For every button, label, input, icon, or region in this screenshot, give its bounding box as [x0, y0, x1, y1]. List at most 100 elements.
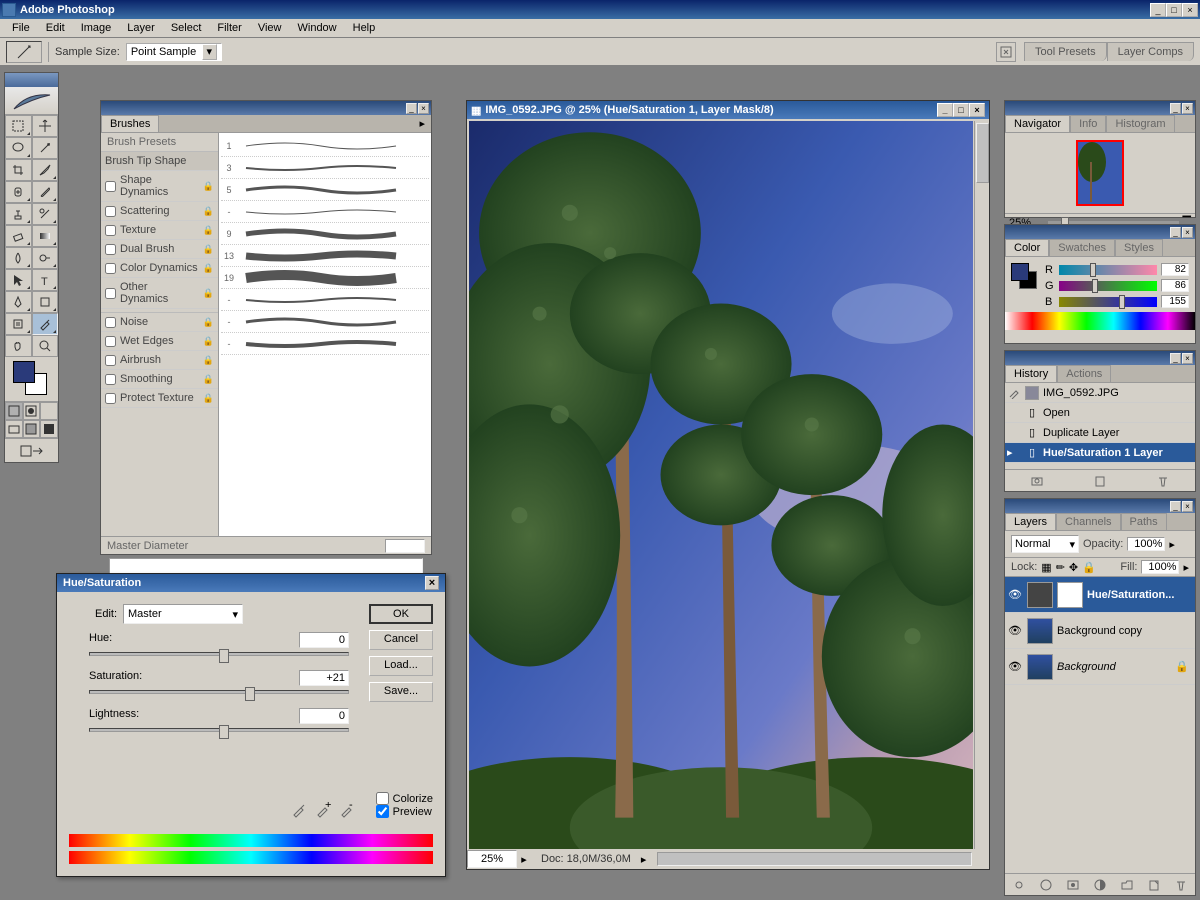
save-button[interactable]: Save... — [369, 682, 433, 702]
screen-full-menu[interactable] — [23, 420, 41, 438]
checkbox[interactable] — [105, 336, 116, 347]
history-brush-tool[interactable] — [32, 203, 59, 225]
status-menu-icon[interactable]: ▸ — [517, 853, 531, 866]
tab-paths[interactable]: Paths — [1121, 513, 1167, 530]
preview-checkbox[interactable]: Preview — [376, 805, 433, 818]
screen-full[interactable] — [40, 420, 58, 438]
dodge-tool[interactable] — [32, 247, 59, 269]
fg-swatch[interactable] — [1011, 263, 1029, 281]
brush-stroke-item[interactable]: 1 — [221, 135, 429, 157]
brush-stroke-item[interactable]: - — [221, 333, 429, 355]
checkbox[interactable] — [105, 288, 116, 299]
color-ramp[interactable] — [1005, 312, 1195, 330]
trash-icon[interactable] — [1174, 878, 1188, 892]
brush-opt-other-dynamics[interactable]: Other Dynamics🔒 — [101, 278, 218, 309]
visibility-icon[interactable]: 👁 — [1007, 659, 1023, 675]
navigator-preview[interactable] — [1005, 133, 1195, 213]
type-tool[interactable]: T — [32, 269, 59, 291]
brushes-panel-header[interactable]: _ × — [101, 101, 431, 115]
layer-row[interactable]: 👁 Background copy — [1005, 613, 1195, 649]
lock-all-icon[interactable]: 🔒 — [1082, 561, 1096, 574]
tab-layer-comps[interactable]: Layer Comps — [1107, 42, 1194, 61]
brush-stroke-item[interactable]: - — [221, 311, 429, 333]
shape-tool[interactable] — [32, 291, 59, 313]
current-tool-icon[interactable] — [6, 41, 42, 63]
opacity-arrow-icon[interactable]: ▸ — [1169, 538, 1175, 551]
visibility-icon[interactable]: 👁 — [1007, 587, 1023, 603]
brush-stroke-item[interactable]: - — [221, 289, 429, 311]
slice-tool[interactable] — [32, 159, 59, 181]
cancel-button[interactable]: Cancel — [369, 630, 433, 650]
eyedropper-minus-icon[interactable]: - — [339, 802, 355, 818]
brush-opt-airbrush[interactable]: Airbrush🔒 — [101, 351, 218, 370]
adjustment-icon[interactable] — [1093, 878, 1107, 892]
dialog-titlebar[interactable]: Hue/Saturation × — [57, 574, 445, 592]
panel-close-icon[interactable]: × — [1182, 353, 1193, 364]
menu-layer[interactable]: Layer — [119, 20, 163, 36]
checkbox[interactable] — [105, 317, 116, 328]
fx-icon[interactable] — [1039, 878, 1053, 892]
edit-select[interactable]: Master ▾ — [123, 604, 243, 624]
eyedropper-tool[interactable] — [32, 313, 59, 335]
colorize-checkbox[interactable]: Colorize — [376, 792, 433, 805]
lock-paint-icon[interactable]: ✏ — [1056, 561, 1065, 574]
tab-info[interactable]: Info — [1070, 115, 1106, 132]
palette-well-icon[interactable] — [996, 42, 1016, 62]
panel-minimize-icon[interactable]: _ — [1170, 227, 1181, 238]
close-button[interactable]: × — [1182, 3, 1198, 17]
tab-history[interactable]: History — [1005, 365, 1057, 382]
menu-view[interactable]: View — [250, 20, 290, 36]
blend-mode-select[interactable]: Normal▾ — [1011, 535, 1079, 553]
checkbox[interactable] — [105, 393, 116, 404]
panel-close-icon[interactable]: × — [1182, 501, 1193, 512]
tab-swatches[interactable]: Swatches — [1049, 239, 1115, 256]
dialog-close-button[interactable]: × — [425, 576, 439, 590]
menu-edit[interactable]: Edit — [38, 20, 73, 36]
visibility-icon[interactable]: 👁 — [1007, 623, 1023, 639]
brush-opt-noise[interactable]: Noise🔒 — [101, 313, 218, 332]
history-source[interactable]: IMG_0592.JPG — [1005, 383, 1195, 403]
menu-select[interactable]: Select — [163, 20, 210, 36]
r-slider[interactable] — [1059, 265, 1157, 275]
foreground-color-swatch[interactable] — [13, 361, 35, 383]
opacity-input[interactable]: 100% — [1127, 537, 1165, 551]
checkbox[interactable] — [105, 263, 116, 274]
doc-minimize-button[interactable]: _ — [937, 103, 953, 117]
ok-button[interactable]: OK — [369, 604, 433, 624]
gradient-tool[interactable] — [32, 225, 59, 247]
quickmask-mode[interactable] — [23, 402, 41, 420]
checkbox[interactable] — [105, 244, 116, 255]
menu-filter[interactable]: Filter — [209, 20, 249, 36]
mode-3[interactable] — [40, 402, 58, 420]
menu-window[interactable]: Window — [290, 20, 345, 36]
zoom-tool[interactable] — [32, 335, 59, 357]
link-icon[interactable] — [1012, 878, 1026, 892]
status-arrow-icon[interactable]: ▸ — [641, 853, 655, 866]
tab-color[interactable]: Color — [1005, 239, 1049, 256]
vertical-scrollbar[interactable] — [974, 121, 989, 849]
eyedropper-icon[interactable] — [291, 802, 307, 818]
brush-stroke-item[interactable]: 19 — [221, 267, 429, 289]
hue-input[interactable] — [299, 632, 349, 648]
jump-to-imageready[interactable] — [5, 438, 58, 462]
history-item[interactable]: ▯Duplicate Layer — [1005, 423, 1195, 443]
hand-tool[interactable] — [5, 335, 32, 357]
new-state-icon[interactable] — [1093, 474, 1107, 488]
brush-opt-color-dynamics[interactable]: Color Dynamics🔒 — [101, 259, 218, 278]
tab-channels[interactable]: Channels — [1056, 513, 1120, 530]
panel-minimize-icon[interactable]: _ — [406, 103, 417, 114]
checkbox[interactable] — [105, 374, 116, 385]
wand-tool[interactable] — [32, 137, 59, 159]
brush-opt-wet-edges[interactable]: Wet Edges🔒 — [101, 332, 218, 351]
marquee-tool[interactable] — [5, 115, 32, 137]
g-value[interactable]: 86 — [1161, 279, 1189, 292]
lock-transparency-icon[interactable]: ▦ — [1041, 561, 1051, 574]
doc-maximize-button[interactable]: □ — [953, 103, 969, 117]
document-canvas[interactable] — [469, 121, 973, 849]
brush-stroke-item[interactable]: 13 — [221, 245, 429, 267]
sample-size-select[interactable]: Point Sample ▾ — [126, 43, 222, 61]
b-slider[interactable] — [1059, 297, 1157, 307]
color-header[interactable]: _× — [1005, 225, 1195, 239]
brush-opt-smoothing[interactable]: Smoothing🔒 — [101, 370, 218, 389]
menu-image[interactable]: Image — [73, 20, 120, 36]
